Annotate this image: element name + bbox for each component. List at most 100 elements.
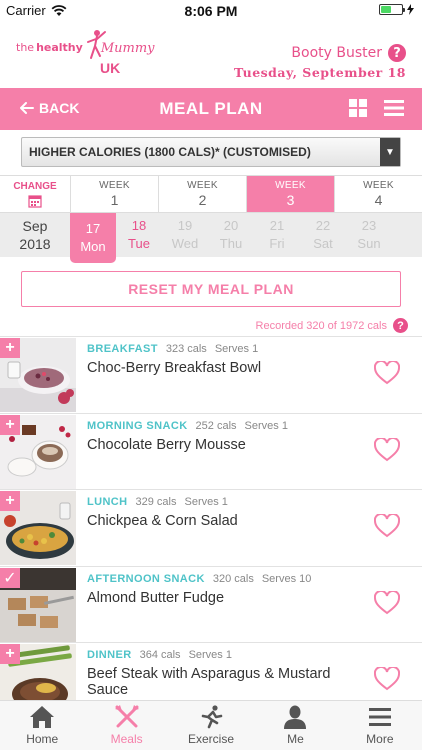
meal-type: AFTERNOON SNACK [87,572,205,585]
meal-photo: + [0,414,76,489]
meal-serves: Serves 1 [188,649,232,661]
day-sun[interactable]: 23 Sun [346,213,392,257]
logo-text-healthy: healthy [36,41,83,54]
heart-icon[interactable] [374,361,400,385]
plus-icon[interactable]: + [0,491,20,511]
check-icon[interactable]: ✓ [0,567,20,588]
logo-text-the: the [16,41,35,54]
tab-week-3[interactable]: WEEK 3 [247,176,335,212]
charging-icon [407,4,414,15]
help-icon[interactable]: ? [393,318,408,333]
meal-serves: Serves 1 [184,496,228,508]
week-label: WEEK [363,180,394,191]
plus-icon[interactable]: + [0,338,20,358]
chevron-down-icon: ▼ [380,138,400,166]
day-name: Fri [269,236,285,251]
program-label: Booty Buster [291,45,382,61]
day-mon[interactable]: 17 Mon [70,213,116,263]
meal-meta: BREAKFAST 323 cals Serves 1 [87,343,258,355]
help-icon[interactable]: ? [388,44,406,62]
change-label: CHANGE [13,180,57,192]
week-number: 1 [110,192,119,208]
tab-week-2[interactable]: WEEK 2 [159,176,247,212]
day-number: 17 [85,221,101,236]
week-number: 3 [286,192,295,208]
day-number: 21 [269,218,285,233]
tab-home[interactable]: Home [0,701,84,750]
logo: the healthy Mummy [16,30,163,74]
day-name: Sun [357,236,381,251]
list-item[interactable]: + MORNING SNACK 252 cals Serves 1 Chocol… [0,412,422,490]
meal-type: DINNER [87,649,132,661]
meal-name: Beef Steak with Asparagus & Mustard Sauc… [87,666,331,698]
tab-week-4[interactable]: WEEK 4 [335,176,422,212]
day-number: 18 [131,218,147,233]
grid-view-icon[interactable] [348,98,368,118]
day-tue[interactable]: 18 Tue [116,213,162,257]
tab-me[interactable]: Me [253,701,337,750]
change-week-button[interactable]: CHANGE [0,176,71,212]
meal-plan-select[interactable]: HIGHER CALORIES (1800 CALS)* (CUSTOMISED… [21,137,401,167]
list-item[interactable]: + LUNCH 329 cals Serves 1 Chickpea & Cor… [0,489,422,566]
meal-serves: Serves 1 [214,343,259,355]
heart-icon[interactable] [374,667,400,691]
meal-photo: ✓ [0,567,76,642]
meal-type: BREAKFAST [87,343,158,355]
meal-meta: DINNER 364 cals Serves 1 [87,649,232,661]
tab-more[interactable]: More [338,701,422,750]
week-number: 4 [374,192,383,208]
day-wed[interactable]: 19 Wed [162,213,208,257]
meal-serves: Serves 1 [244,419,288,432]
program-name[interactable]: Booty Buster ? [291,44,406,62]
meal-calories: 364 cals [139,649,181,661]
logo-text-mummy: Mummy [100,41,155,56]
tab-bar: Home Meals Exercise Me More [0,700,422,750]
meal-calories: 320 cals [212,572,254,585]
heart-icon[interactable] [374,514,400,538]
meal-calories: 329 cals [135,496,177,508]
tab-label: More [366,732,394,746]
meal-name: Choc-Berry Breakfast Bowl [87,360,262,376]
heart-icon[interactable] [374,437,400,462]
person-icon [284,705,307,729]
cutlery-icon [114,705,139,728]
day-name: Mon [80,239,106,254]
plus-icon[interactable]: + [0,414,20,435]
day-thu[interactable]: 20 Thu [208,213,254,257]
meal-photo: + [0,491,76,565]
heart-icon[interactable] [374,590,400,615]
day-fri[interactable]: 21 Fri [254,213,300,257]
week-label: WEEK [99,180,130,191]
tab-week-1[interactable]: WEEK 1 [71,176,159,212]
tab-exercise[interactable]: Exercise [169,701,253,750]
tab-label: Meals [110,732,143,746]
day-sat[interactable]: 22 Sat [300,213,346,257]
list-item[interactable]: ✓ AFTERNOON SNACK 320 cals Serves 10 Alm… [0,565,422,643]
week-label: WEEK [187,180,218,191]
tab-label: Me [287,732,304,746]
day-number: 19 [177,218,193,233]
menu-icon [368,708,391,726]
day-number: 22 [315,218,331,233]
reset-meal-plan-button[interactable]: RESET MY MEAL PLAN [21,271,401,307]
status-time: 8:06 PM [184,3,238,19]
month-label: Sep [22,218,48,234]
list-item[interactable]: + BREAKFAST 323 cals Serves 1 Choc-Berry… [0,336,422,413]
list-view-icon[interactable] [384,98,404,118]
battery-icon [379,4,405,15]
meal-calories: 252 cals [195,419,237,432]
day-name: Thu [219,236,243,251]
meal-type: LUNCH [87,496,128,508]
tab-meals[interactable]: Meals [84,701,168,750]
plus-icon[interactable]: + [0,644,20,664]
week-label: WEEK [275,180,306,191]
day-number: 20 [223,218,239,233]
calendar-icon [28,194,42,208]
meal-type: MORNING SNACK [87,419,188,432]
meal-list: + BREAKFAST 323 cals Serves 1 Choc-Berry… [0,336,422,719]
meal-photo: + [0,338,76,412]
runner-icon [201,705,223,729]
recorded-calories: Recorded 320 of 1972 cals ? [256,318,408,333]
home-icon [30,706,55,728]
recorded-calories-text: Recorded 320 of 1972 cals [255,319,387,332]
